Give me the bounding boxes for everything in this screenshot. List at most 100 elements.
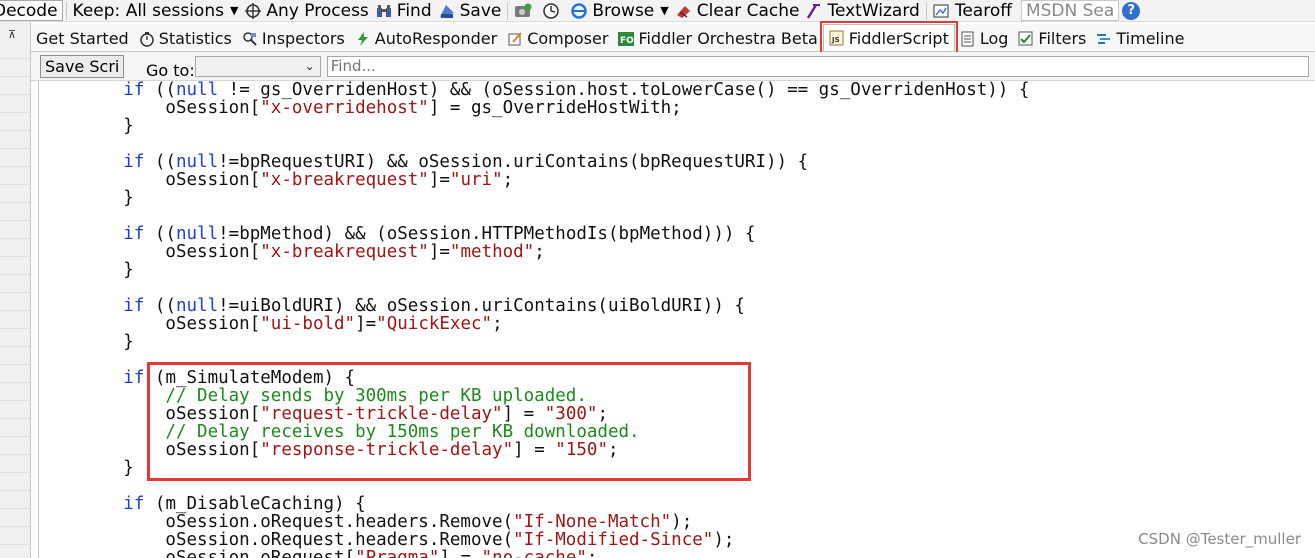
list-item xyxy=(0,293,30,311)
screenshot-button[interactable] xyxy=(511,0,539,21)
msdn-search-input[interactable]: MSDN Sea xyxy=(1020,0,1120,21)
js-file-icon: JS xyxy=(829,30,845,46)
code-token: "x-overridehost" xyxy=(260,98,429,118)
code-line: if (m_DisableCaching) { xyxy=(39,495,1315,513)
code-token: "QuickExec" xyxy=(376,314,493,334)
code-token: ); xyxy=(671,512,693,532)
decode-button[interactable]: Decode xyxy=(0,0,63,21)
tearoff-button[interactable]: Tearoff xyxy=(930,0,1015,21)
tab-composer[interactable]: Composer xyxy=(502,26,613,51)
browse-dropdown[interactable]: Browse ▼ xyxy=(567,0,671,21)
any-process-button[interactable]: Any Process xyxy=(241,0,371,21)
text-wizard-button[interactable]: TextWizard xyxy=(802,0,922,21)
tab-get-started[interactable]: Get Started xyxy=(31,26,134,51)
code-line: } xyxy=(39,261,1315,279)
code-token: "uri" xyxy=(449,170,503,190)
code-token: oSession.oRequest.headers.Remove( xyxy=(39,530,514,550)
script-editor[interactable]: if ((null != gs_OverridenHost) && (oSess… xyxy=(38,81,1315,558)
code-token: !=uiBoldURI) && oSession.uriContains(uiB… xyxy=(218,296,745,316)
keep-sessions-dropdown[interactable]: Keep: All sessions ▼ xyxy=(70,0,242,21)
tab-label: Statistics xyxy=(158,29,232,48)
tab-label: FiddlerScript xyxy=(848,28,949,48)
any-process-label: Any Process xyxy=(266,0,369,21)
code-token: } xyxy=(39,116,134,136)
code-token: "ui-bold" xyxy=(260,314,356,334)
save-script-button[interactable]: Save Scri xyxy=(40,54,124,78)
code-line: oSession.oRequest.headers.Remove("If-Mod… xyxy=(39,531,1315,549)
code-token: ; xyxy=(586,548,598,558)
list-item xyxy=(0,239,30,257)
list-item xyxy=(0,329,30,347)
code-token: null xyxy=(175,152,219,172)
list-item xyxy=(0,221,30,239)
list-item xyxy=(0,59,30,77)
code-token: "no-cache" xyxy=(481,548,587,558)
list-item xyxy=(0,41,30,59)
watermark: CSDN @Tester_muller xyxy=(1138,530,1301,548)
list-item xyxy=(0,419,30,437)
tab-timeline[interactable]: Timeline xyxy=(1091,26,1189,51)
code-token: null xyxy=(175,296,219,316)
list-item xyxy=(0,257,30,275)
list-item xyxy=(0,113,30,131)
help-icon[interactable]: ? xyxy=(1122,1,1141,20)
code-token: ] = gs_OverrideHostWith; xyxy=(428,98,682,118)
chevron-down-icon: ▼ xyxy=(229,4,239,17)
save-button[interactable]: Save xyxy=(435,0,505,21)
session-list-edge: ⊼ xyxy=(0,22,31,558)
browser-icon xyxy=(570,2,588,19)
code-token: "x-breakrequest" xyxy=(260,170,429,190)
code-token: ]= xyxy=(428,170,450,190)
timer-button[interactable] xyxy=(539,0,567,21)
toolbar-divider xyxy=(65,1,67,20)
tab-label: Log xyxy=(979,29,1009,48)
binoculars-icon xyxy=(375,3,393,19)
tab-filters[interactable]: Filters xyxy=(1013,26,1091,51)
list-item xyxy=(0,275,30,293)
code-token: } xyxy=(39,458,134,478)
code-token: oSession[ xyxy=(39,242,261,262)
tab-log[interactable]: Log xyxy=(955,26,1014,51)
code-token: oSession.oRequest.headers.Remove( xyxy=(39,512,514,532)
find-label: Find xyxy=(396,0,432,21)
keep-sessions-label: Keep: All sessions xyxy=(72,0,224,21)
code-line: oSession.oRequest["Pragma"] = "no-cache"… xyxy=(39,549,1315,558)
tab-inspectors[interactable]: Inspectors xyxy=(237,26,350,51)
save-icon xyxy=(438,3,456,19)
inspector-icon xyxy=(242,31,258,47)
list-item xyxy=(0,437,30,455)
code-token: if xyxy=(39,368,155,388)
code-line: if ((null != gs_OverridenHost) && (oSess… xyxy=(39,81,1315,99)
list-item xyxy=(0,401,30,419)
code-token: oSession[ xyxy=(39,314,261,334)
code-token: oSession[ xyxy=(39,170,261,190)
find-input[interactable] xyxy=(326,55,1309,77)
code-token: !=bpMethod) && (oSession.HTTPMethodIs(bp… xyxy=(218,224,756,244)
tab-label: Get Started xyxy=(36,29,129,48)
code-line: } xyxy=(39,333,1315,351)
tab-label: Fiddler Orchestra Beta xyxy=(638,29,818,48)
code-token: if xyxy=(39,224,155,244)
tab-label: Filters xyxy=(1038,29,1087,48)
browse-label: Browse xyxy=(592,0,655,21)
tab-statistics[interactable]: Statistics xyxy=(134,26,237,51)
goto-select[interactable]: ⌄ xyxy=(194,55,321,77)
find-button[interactable]: Find xyxy=(372,0,435,21)
code-token: "Pragma" xyxy=(355,548,440,558)
code-token: ); xyxy=(713,530,735,550)
tab-fiddler-orchestra[interactable]: FO Fiddler Orchestra Beta xyxy=(613,26,822,51)
list-item xyxy=(0,455,30,473)
code-line: oSession.oRequest.headers.Remove("If-Non… xyxy=(39,513,1315,531)
code-line: oSession["x-overridehost"] = gs_Override… xyxy=(39,99,1315,117)
code-token: "If-Modified-Since" xyxy=(513,530,714,550)
clear-cache-button[interactable]: Clear Cache xyxy=(672,0,803,21)
save-script-label: Save Scri xyxy=(45,56,120,76)
tab-fiddlerscript[interactable]: JS FiddlerScript xyxy=(819,21,958,54)
list-item xyxy=(0,491,30,509)
tab-autoresponder[interactable]: AutoResponder xyxy=(350,26,502,51)
code-token: ]= xyxy=(355,314,377,334)
code-token: !=bpRequestURI) && oSession.uriContains(… xyxy=(218,152,809,172)
pin-icon[interactable]: ⊼ xyxy=(8,28,30,41)
code-line: if ((null!=bpRequestURI) && oSession.uri… xyxy=(39,153,1315,171)
